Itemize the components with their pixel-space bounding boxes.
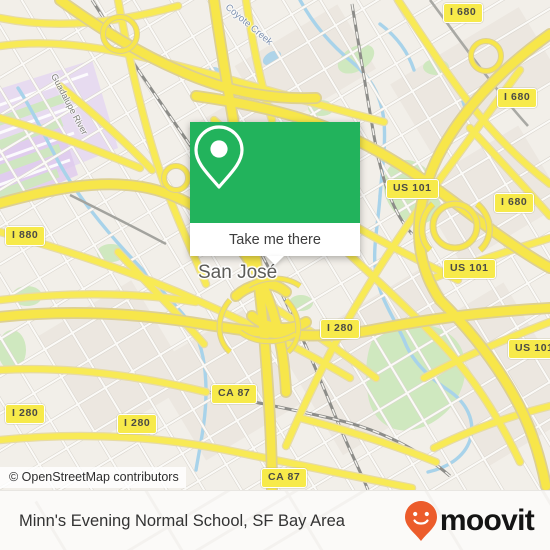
highway-shield[interactable]: US 101 xyxy=(443,259,496,279)
bottom-info-bar: Minn's Evening Normal School, SF Bay Are… xyxy=(0,490,550,550)
highway-shield[interactable]: I 680 xyxy=(497,88,538,108)
map-canvas[interactable]: San José Coyote Creek Guadalupe River I … xyxy=(0,0,550,490)
highway-shield[interactable]: I 680 xyxy=(443,3,484,23)
popup-pointer xyxy=(266,256,284,265)
moovit-wordmark: moovit xyxy=(439,504,535,537)
map-pin-icon xyxy=(194,125,244,189)
moovit-smiley-pin-icon xyxy=(404,501,437,541)
highway-shield[interactable]: US 101 xyxy=(508,339,550,359)
city-label: San José xyxy=(198,262,278,283)
highway-shield[interactable]: US 101 xyxy=(386,179,439,199)
highway-shield[interactable]: CA 87 xyxy=(211,384,258,404)
highway-shield[interactable]: I 880 xyxy=(5,226,46,246)
popup-pin-panel xyxy=(190,122,360,223)
highway-shield[interactable]: I 680 xyxy=(494,193,535,213)
highway-shield[interactable]: I 280 xyxy=(117,414,158,434)
location-popup-card[interactable]: Take me there xyxy=(190,122,360,265)
take-me-there-button[interactable]: Take me there xyxy=(190,223,360,256)
highway-shield[interactable]: I 280 xyxy=(320,319,361,339)
moovit-map-screenshot: San José Coyote Creek Guadalupe River I … xyxy=(0,0,550,550)
osm-attribution[interactable]: © OpenStreetMap contributors xyxy=(0,467,186,488)
place-title: Minn's Evening Normal School, SF Bay Are… xyxy=(19,511,345,530)
highway-shield[interactable]: CA 87 xyxy=(261,468,308,488)
highway-shield[interactable]: I 280 xyxy=(5,404,46,424)
moovit-logo[interactable]: moovit xyxy=(404,500,535,542)
